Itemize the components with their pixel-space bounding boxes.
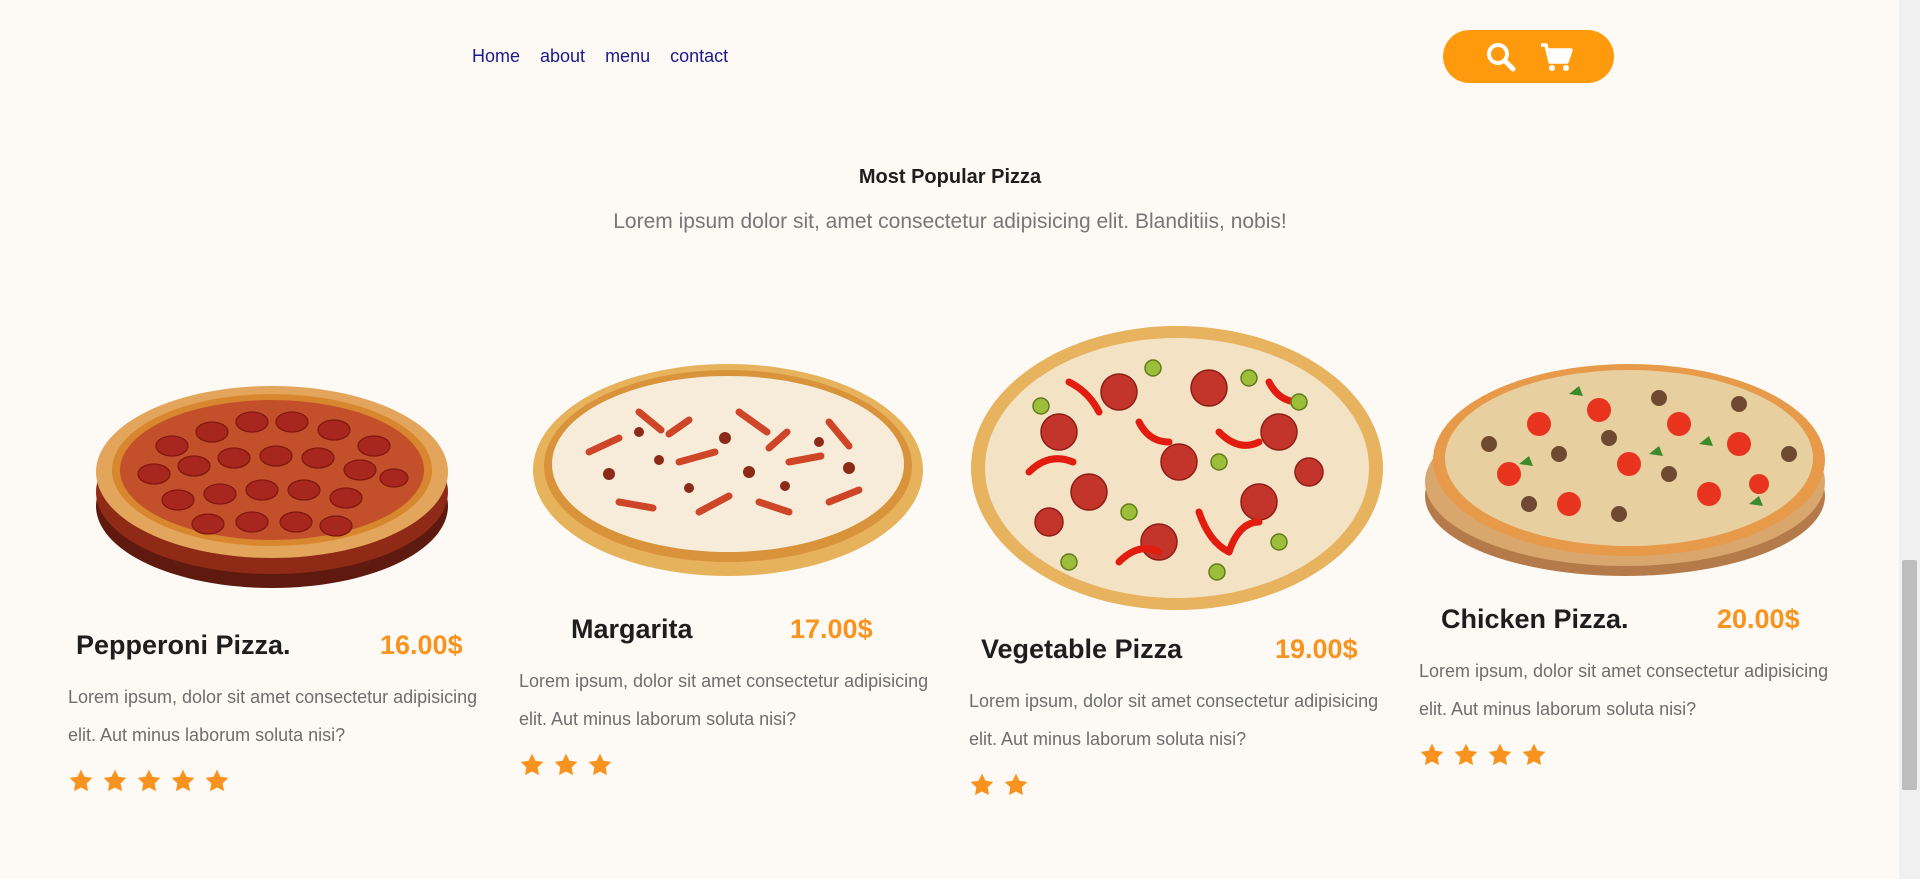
chicken-pizza-image [1425,364,1825,576]
star-icon [519,752,545,778]
section-title: Most Popular Pizza [858,166,1042,188]
star-icon [553,752,579,778]
pizza-description: Lorem ipsum, dolor sit amet consectetur … [519,671,929,729]
pizza-price: 16.00$ [380,630,463,660]
section-subtitle: Lorem ipsum dolor sit, amet consectetur … [613,210,1287,233]
pizza-name: Pepperoni Pizza. [76,630,291,660]
vertical-scrollbar[interactable] [1899,0,1920,879]
pizza-description: Lorem ipsum, dolor sit amet consectetur … [68,687,478,745]
star-rating [969,772,1029,798]
star-icon [204,768,230,794]
pizza-description: Lorem ipsum, dolor sit amet consectetur … [969,691,1379,749]
star-icon [102,768,128,794]
pizza-name: Margarita [571,614,693,644]
star-icon [170,768,196,794]
nav-actions [1443,30,1614,83]
main-nav: Home about menu contact [472,46,728,67]
nav-link-contact[interactable]: contact [670,46,728,67]
vegetable-pizza-image [971,326,1383,610]
pizza-card-margarita: Margarita 17.00$ Lorem ipsum, dolor sit … [515,350,935,810]
star-icon [1419,742,1445,768]
star-rating [68,768,230,794]
star-icon [1453,742,1479,768]
pizza-name: Chicken Pizza. [1441,604,1629,634]
star-icon [969,772,995,798]
pizza-price: 19.00$ [1275,634,1358,664]
star-icon [68,768,94,794]
pepperoni-pizza-image [96,386,448,588]
pizza-price: 20.00$ [1717,604,1800,634]
margarita-pizza-image [533,364,923,576]
pizza-card-pepperoni: Pepperoni Pizza. 16.00$ Lorem ipsum, dol… [64,360,484,820]
star-icon [136,768,162,794]
star-icon [587,752,613,778]
pizza-description: Lorem ipsum, dolor sit amet consectetur … [1419,661,1829,719]
pizza-card-vegetable: Vegetable Pizza 19.00$ Lorem ipsum, dolo… [965,320,1385,796]
pizza-card-chicken: Chicken Pizza. 20.00$ Lorem ipsum, dolor… [1415,350,1835,810]
nav-link-menu[interactable]: menu [605,46,650,67]
star-icon [1003,772,1029,798]
pizza-name: Vegetable Pizza [981,634,1183,664]
star-icon [1521,742,1547,768]
star-icon [1487,742,1513,768]
nav-link-home[interactable]: Home [472,46,520,67]
scrollbar-thumb[interactable] [1902,560,1917,790]
star-rating [1419,742,1547,768]
pizza-price: 17.00$ [790,614,873,644]
shopping-cart-icon[interactable] [1539,41,1573,73]
nav-link-about[interactable]: about [540,46,585,67]
search-icon[interactable] [1485,41,1517,73]
star-rating [519,752,613,778]
